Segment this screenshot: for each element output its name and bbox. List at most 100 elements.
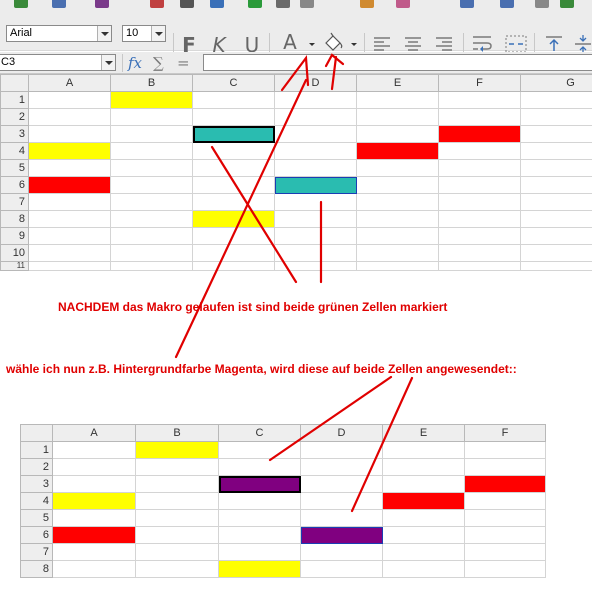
cell-b11[interactable]	[110, 261, 193, 271]
cell-d4[interactable]	[300, 492, 383, 510]
cell-d4[interactable]	[274, 142, 357, 160]
cell-d5[interactable]	[300, 509, 383, 527]
cell-b3[interactable]	[135, 475, 219, 493]
cell-b5[interactable]	[110, 159, 193, 177]
cell-e8[interactable]	[382, 560, 465, 578]
cell-c8[interactable]	[192, 210, 275, 228]
cell-c7[interactable]	[192, 193, 275, 211]
cell-e10[interactable]	[356, 244, 439, 262]
cell-a8[interactable]	[28, 210, 111, 228]
wrap-text-button[interactable]	[473, 35, 493, 53]
cell-f3[interactable]	[464, 475, 546, 493]
cell-g8[interactable]	[520, 210, 592, 228]
align-center-button[interactable]	[405, 36, 421, 52]
row-header[interactable]: 9	[0, 227, 29, 245]
cell-g5[interactable]	[520, 159, 592, 177]
cell-c2[interactable]	[218, 458, 301, 476]
cell-c5[interactable]	[192, 159, 275, 177]
formula-input[interactable]	[203, 54, 592, 71]
cell-b7[interactable]	[110, 193, 193, 211]
cell-a11[interactable]	[28, 261, 111, 271]
row-header[interactable]: 8	[0, 210, 29, 228]
cell-a5[interactable]	[28, 159, 111, 177]
cell-b9[interactable]	[110, 227, 193, 245]
column-header-a[interactable]: A	[52, 424, 136, 442]
cell-c3[interactable]	[218, 475, 301, 493]
cell-c8[interactable]	[218, 560, 301, 578]
redo-icon[interactable]	[500, 0, 514, 8]
row-header[interactable]: 1	[20, 441, 53, 459]
cell-a7[interactable]	[52, 543, 136, 561]
cell-f1[interactable]	[464, 441, 546, 459]
row-header[interactable]: 4	[20, 492, 53, 510]
font-size-select[interactable]: 10	[122, 25, 166, 42]
cell-f4[interactable]	[438, 142, 521, 160]
cell-b7[interactable]	[135, 543, 219, 561]
select-all-corner[interactable]	[0, 74, 29, 92]
cell-d3[interactable]	[274, 125, 357, 143]
background-color-button[interactable]	[321, 32, 345, 51]
copy-icon[interactable]	[300, 0, 314, 8]
align-left-button[interactable]	[374, 36, 390, 52]
column-header-c[interactable]: C	[192, 74, 275, 92]
cell-g4[interactable]	[520, 142, 592, 160]
row-header[interactable]: 5	[20, 509, 53, 527]
column-header-f[interactable]: F	[464, 424, 546, 442]
cell-b5[interactable]	[135, 509, 219, 527]
paste-icon[interactable]	[360, 0, 374, 8]
cell-a3[interactable]	[28, 125, 111, 143]
row-header[interactable]: 5	[0, 159, 29, 177]
cell-e3[interactable]	[356, 125, 439, 143]
cell-b1[interactable]	[110, 91, 193, 109]
cell-e7[interactable]	[356, 193, 439, 211]
cell-b3[interactable]	[110, 125, 193, 143]
merge-cells-button[interactable]	[505, 35, 527, 53]
row-header[interactable]: 1	[0, 91, 29, 109]
row-header[interactable]: 4	[0, 142, 29, 160]
name-box[interactable]: C3	[0, 54, 116, 71]
cell-b8[interactable]	[110, 210, 193, 228]
chevron-down-icon[interactable]	[101, 55, 115, 70]
cell-d1[interactable]	[274, 91, 357, 109]
column-header-d[interactable]: D	[300, 424, 383, 442]
cell-f7[interactable]	[464, 543, 546, 561]
chevron-down-icon[interactable]	[351, 43, 357, 46]
cell-a4[interactable]	[28, 142, 111, 160]
cell-a1[interactable]	[52, 441, 136, 459]
cell-b2[interactable]	[110, 108, 193, 126]
cell-a1[interactable]	[28, 91, 111, 109]
clone-format-icon[interactable]	[396, 0, 410, 8]
sum-button[interactable]: ∑	[153, 54, 164, 72]
cell-c7[interactable]	[218, 543, 301, 561]
cell-c4[interactable]	[218, 492, 301, 510]
chevron-down-icon[interactable]	[151, 26, 165, 41]
cell-e1[interactable]	[382, 441, 465, 459]
cell-e1[interactable]	[356, 91, 439, 109]
cell-e5[interactable]	[382, 509, 465, 527]
cell-e4[interactable]	[356, 142, 439, 160]
cell-c10[interactable]	[192, 244, 275, 262]
cell-a3[interactable]	[52, 475, 136, 493]
cell-d7[interactable]	[300, 543, 383, 561]
cell-d11[interactable]	[274, 261, 357, 271]
cell-c11[interactable]	[192, 261, 275, 271]
cell-c1[interactable]	[218, 441, 301, 459]
cell-e6[interactable]	[382, 526, 465, 544]
cell-a4[interactable]	[52, 492, 136, 510]
cell-b10[interactable]	[110, 244, 193, 262]
formula-button[interactable]: =	[177, 54, 190, 72]
preview-icon[interactable]	[210, 0, 224, 8]
cell-d3[interactable]	[300, 475, 383, 493]
spreadsheet-icon[interactable]	[14, 0, 28, 8]
cell-d8[interactable]	[274, 210, 357, 228]
row-header[interactable]: 7	[20, 543, 53, 561]
cell-f6[interactable]	[438, 176, 521, 194]
cell-g2[interactable]	[520, 108, 592, 126]
cell-f9[interactable]	[438, 227, 521, 245]
align-right-button[interactable]	[436, 36, 452, 52]
row-header[interactable]: 6	[20, 526, 53, 544]
cell-e3[interactable]	[382, 475, 465, 493]
cell-c1[interactable]	[192, 91, 275, 109]
cell-f3[interactable]	[438, 125, 521, 143]
cell-g6[interactable]	[520, 176, 592, 194]
